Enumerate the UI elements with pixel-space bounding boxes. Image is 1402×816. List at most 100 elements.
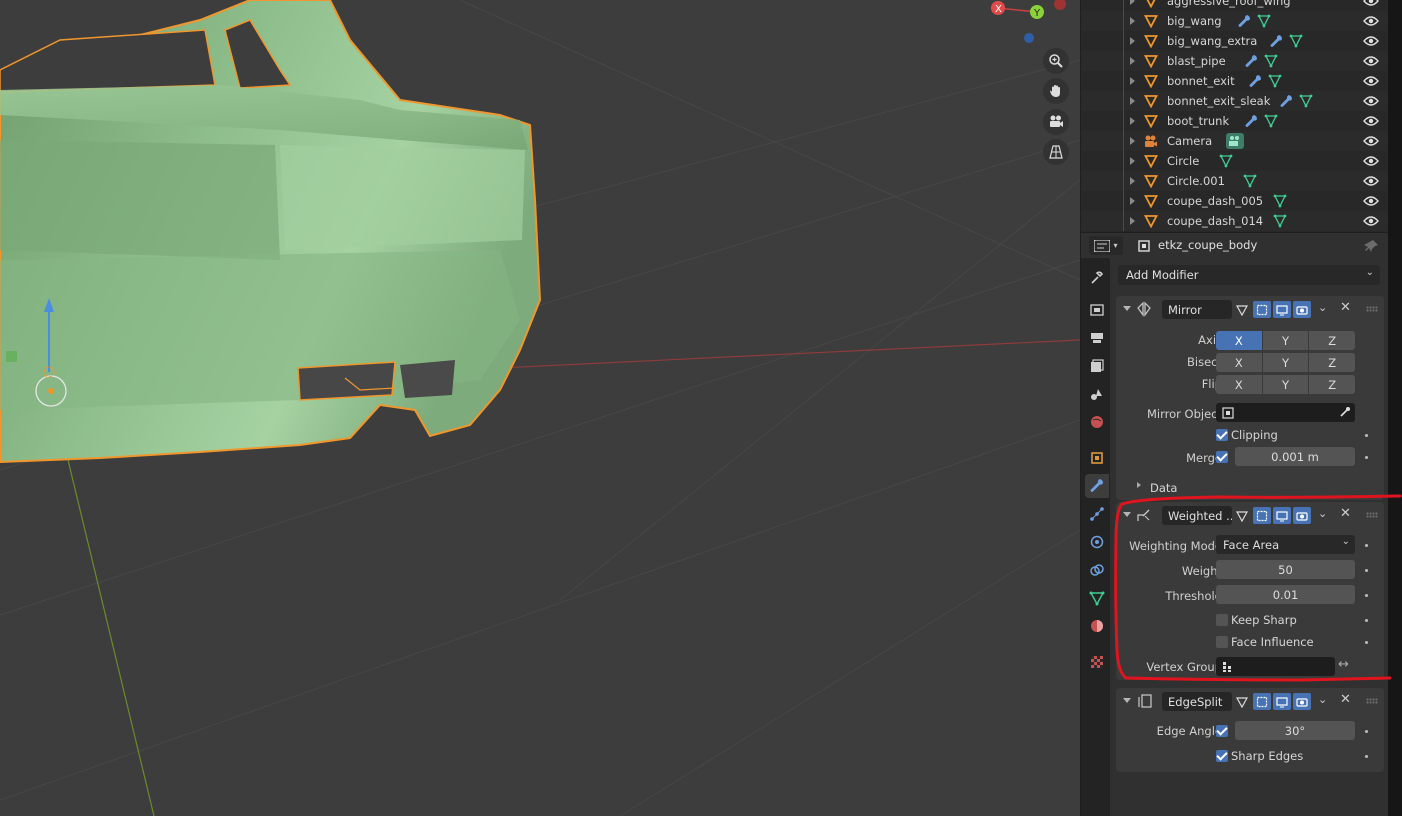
editor-type-menu[interactable]: ▾ bbox=[1089, 236, 1123, 255]
outliner-item-name[interactable]: big_wang bbox=[1167, 14, 1222, 28]
expand-arrow-icon[interactable] bbox=[1130, 57, 1135, 65]
pin-icon[interactable] bbox=[1364, 239, 1378, 253]
keyframe-dot[interactable] bbox=[1365, 730, 1368, 733]
outliner-item-name[interactable]: blast_pipe bbox=[1167, 54, 1226, 68]
visibility-eye-icon[interactable] bbox=[1363, 175, 1379, 187]
collapse-icon[interactable] bbox=[1123, 306, 1131, 311]
axis-z-button[interactable]: Z bbox=[1309, 331, 1356, 350]
visibility-eye-icon[interactable] bbox=[1363, 95, 1379, 107]
outliner-item-name[interactable]: coupe_dash_014 bbox=[1167, 214, 1263, 228]
modifier-wrench-icon[interactable] bbox=[1237, 14, 1251, 28]
clipping-checkbox[interactable] bbox=[1216, 429, 1228, 441]
expand-arrow-icon[interactable] bbox=[1130, 177, 1135, 185]
scene-icon[interactable] bbox=[1085, 382, 1109, 406]
mesh-data-icon[interactable] bbox=[1219, 154, 1233, 168]
outliner-item[interactable]: boot_trunk bbox=[1081, 111, 1388, 131]
dropdown-chevron-icon[interactable]: ⌄ bbox=[1318, 301, 1327, 314]
expand-arrow-icon[interactable] bbox=[1130, 197, 1135, 205]
outliner-item-name[interactable]: bonnet_exit_sleak bbox=[1167, 94, 1270, 108]
threshold-field[interactable]: 0.01 bbox=[1216, 585, 1355, 604]
outliner-item[interactable]: aggressive_roof_wing bbox=[1081, 0, 1388, 11]
render-toggle-icon[interactable] bbox=[1293, 693, 1311, 710]
visibility-eye-icon[interactable] bbox=[1363, 155, 1379, 167]
modifier-wrench-icon[interactable] bbox=[1279, 94, 1293, 108]
outliner-item[interactable]: Circle.001 bbox=[1081, 171, 1388, 191]
keyframe-dot[interactable] bbox=[1365, 619, 1368, 622]
merge-distance-field[interactable]: 0.001 m bbox=[1235, 447, 1355, 466]
outliner-item-name[interactable]: big_wang_extra bbox=[1167, 34, 1257, 48]
edge-angle-checkbox[interactable] bbox=[1216, 725, 1228, 737]
viewport-scene[interactable]: X Y bbox=[0, 0, 1080, 816]
outliner-item[interactable]: coupe_dash_005 bbox=[1081, 191, 1388, 211]
modifier-wrench-icon[interactable] bbox=[1244, 114, 1258, 128]
keyframe-dot[interactable] bbox=[1365, 544, 1368, 547]
physics-icon[interactable] bbox=[1085, 530, 1109, 554]
keyframe-dot[interactable] bbox=[1365, 594, 1368, 597]
flip-x-button[interactable]: X bbox=[1216, 375, 1263, 394]
drag-handle-icon[interactable] bbox=[1366, 512, 1378, 518]
keyframe-dot[interactable] bbox=[1365, 456, 1368, 459]
bisect-y-button[interactable]: Y bbox=[1262, 353, 1310, 372]
mesh-data-icon[interactable] bbox=[1257, 14, 1271, 28]
mesh-data-icon[interactable] bbox=[1268, 74, 1282, 88]
keyframe-dot[interactable] bbox=[1365, 569, 1368, 572]
edit-mode-toggle-icon[interactable] bbox=[1233, 693, 1251, 710]
object-icon[interactable] bbox=[1085, 446, 1109, 470]
expand-arrow-icon[interactable] bbox=[1130, 77, 1135, 85]
collapse-icon[interactable] bbox=[1123, 698, 1131, 703]
material-icon[interactable] bbox=[1085, 614, 1109, 638]
mirror-panel-header[interactable]: Mirror ⌄ ✕ bbox=[1116, 296, 1384, 322]
object-data-icon[interactable] bbox=[1085, 586, 1109, 610]
visibility-eye-icon[interactable] bbox=[1363, 75, 1379, 87]
dropdown-chevron-icon[interactable]: ⌄ bbox=[1318, 693, 1327, 706]
sharp-edges-checkbox[interactable] bbox=[1216, 750, 1228, 762]
render-toggle-icon[interactable] bbox=[1293, 507, 1311, 524]
outliner-item-name[interactable]: bonnet_exit bbox=[1167, 74, 1235, 88]
expand-arrow-icon[interactable] bbox=[1130, 97, 1135, 105]
keep-sharp-checkbox[interactable] bbox=[1216, 614, 1228, 626]
dropdown-chevron-icon[interactable]: ⌄ bbox=[1318, 507, 1327, 520]
on-cage-toggle-icon[interactable] bbox=[1253, 507, 1271, 524]
outliner-item[interactable]: big_wang bbox=[1081, 11, 1388, 31]
constraints-icon[interactable] bbox=[1085, 558, 1109, 582]
data-subpanel-label[interactable]: Data bbox=[1150, 481, 1177, 495]
invert-arrows-icon[interactable]: ↔ bbox=[1338, 657, 1349, 672]
remove-modifier-icon[interactable]: ✕ bbox=[1340, 300, 1351, 315]
mesh-data-icon[interactable] bbox=[1273, 194, 1287, 208]
outliner-item-name[interactable]: Camera bbox=[1167, 134, 1212, 148]
bisect-toggle-group[interactable]: X Y Z bbox=[1216, 353, 1356, 372]
edgesplit-name-field[interactable]: EdgeSplit bbox=[1162, 692, 1232, 711]
outliner-item[interactable]: bonnet_exit bbox=[1081, 71, 1388, 91]
viewport-display-toggle-icon[interactable] bbox=[1273, 693, 1291, 710]
visibility-eye-icon[interactable] bbox=[1363, 0, 1379, 7]
visibility-eye-icon[interactable] bbox=[1363, 115, 1379, 127]
expand-arrow-icon[interactable] bbox=[1130, 217, 1135, 225]
vertex-group-field[interactable] bbox=[1216, 657, 1335, 676]
texture-icon[interactable] bbox=[1085, 650, 1109, 674]
expand-arrow-icon[interactable] bbox=[1130, 157, 1135, 165]
viewport-display-toggle-icon[interactable] bbox=[1273, 301, 1291, 318]
edit-mode-toggle-icon[interactable] bbox=[1233, 301, 1251, 318]
render-icon[interactable] bbox=[1085, 298, 1109, 322]
keyframe-dot[interactable] bbox=[1365, 755, 1368, 758]
drag-handle-icon[interactable] bbox=[1366, 306, 1378, 312]
expand-arrow-icon[interactable] bbox=[1130, 37, 1135, 45]
outliner-item-name[interactable]: aggressive_roof_wing bbox=[1167, 0, 1291, 8]
face-influence-checkbox[interactable] bbox=[1216, 636, 1228, 648]
remove-modifier-icon[interactable]: ✕ bbox=[1340, 692, 1351, 707]
outliner-item-name[interactable]: boot_trunk bbox=[1167, 114, 1229, 128]
outliner[interactable]: aggressive_roof_wing big_wang big_wang_ext… bbox=[1080, 0, 1388, 232]
mesh-data-icon[interactable] bbox=[1289, 34, 1303, 48]
visibility-eye-icon[interactable] bbox=[1363, 215, 1379, 227]
edge-angle-field[interactable]: 30° bbox=[1235, 721, 1355, 740]
mirror-object-field[interactable] bbox=[1216, 403, 1355, 422]
visibility-eye-icon[interactable] bbox=[1363, 15, 1379, 27]
outliner-item[interactable]: Circle bbox=[1081, 151, 1388, 171]
world-icon[interactable] bbox=[1085, 410, 1109, 434]
flip-z-button[interactable]: Z bbox=[1309, 375, 1356, 394]
axis-x-button[interactable]: X bbox=[1216, 331, 1263, 350]
mesh-data-icon[interactable] bbox=[1264, 114, 1278, 128]
add-modifier-dropdown[interactable]: Add Modifier ⌄ bbox=[1118, 265, 1380, 285]
zoom-icon[interactable] bbox=[1043, 48, 1069, 74]
output-icon[interactable] bbox=[1085, 326, 1109, 350]
